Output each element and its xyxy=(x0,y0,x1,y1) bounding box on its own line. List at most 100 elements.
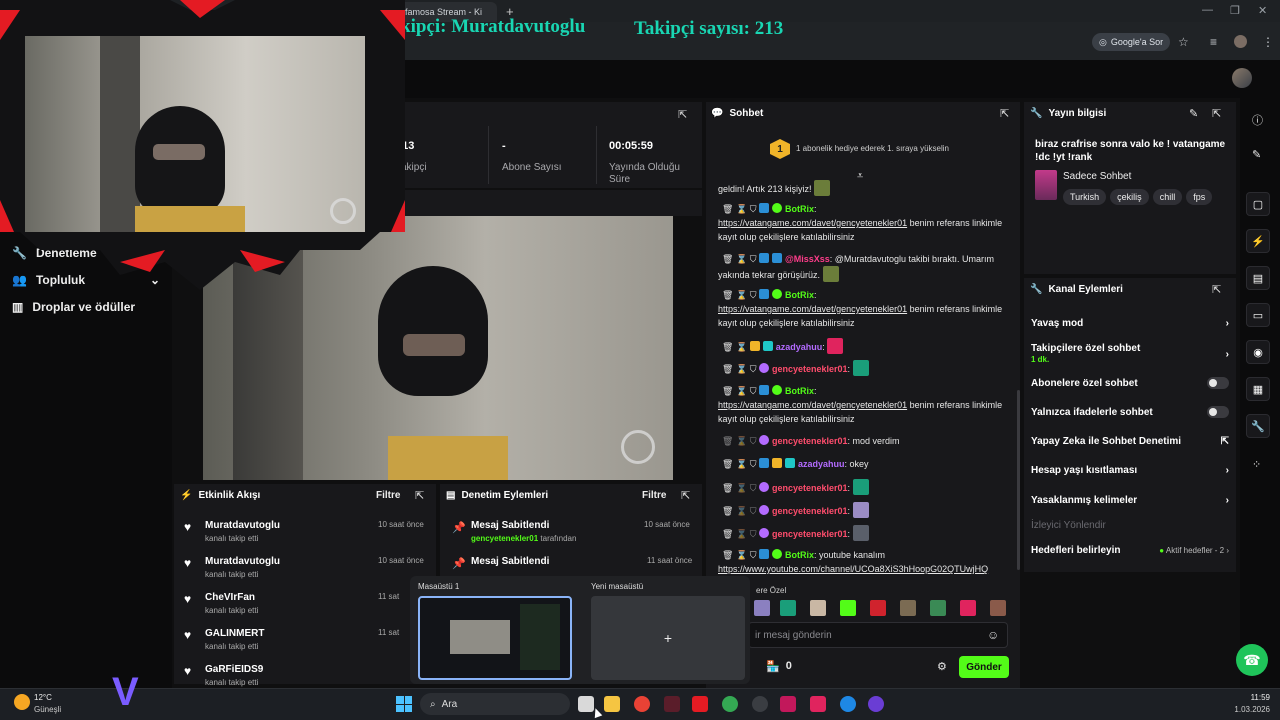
chat-link[interactable]: https://www.youtube.com/channel/UCOa8XiS… xyxy=(718,564,988,574)
ban-icon[interactable]: ⛉ xyxy=(750,550,757,560)
menu-kebab-icon[interactable]: ⋮ xyxy=(1262,35,1274,49)
lightning-icon[interactable]: ⚡ xyxy=(1246,229,1270,253)
trash-icon[interactable]: 🗑 xyxy=(722,290,733,300)
timeout-icon[interactable]: ⌛ xyxy=(736,290,747,300)
trash-icon[interactable]: 🗑 xyxy=(722,364,733,374)
expand-icon[interactable]: ⇱ xyxy=(678,108,687,121)
chat-username[interactable]: azadyahuu xyxy=(798,459,845,469)
tag-chip[interactable]: çekiliş xyxy=(1110,189,1149,205)
action-banned-words[interactable]: Yasaklanmış kelimeler › xyxy=(1031,495,1229,506)
toggle-switch[interactable] xyxy=(1207,406,1229,418)
expand-icon[interactable]: ⇱ xyxy=(415,489,424,502)
action-subscribers-only[interactable]: Abonelere özel sohbet xyxy=(1031,377,1229,389)
support-headset-icon[interactable]: ☎ xyxy=(1236,644,1268,676)
clock-time[interactable]: 11:59 xyxy=(1232,693,1270,702)
google-ask-button[interactable]: ◎ Google'a Sor xyxy=(1092,33,1171,51)
chrome-profile-icon[interactable] xyxy=(722,696,738,712)
nav-item-drops[interactable]: ▥ Droplar ve ödüller xyxy=(12,300,135,314)
ban-icon[interactable]: ⛉ xyxy=(750,436,757,446)
app-icon[interactable] xyxy=(752,696,768,712)
event-name[interactable]: GALINMERT xyxy=(205,628,264,639)
chat-username[interactable]: gencyetenekler01 xyxy=(772,483,848,493)
ban-icon[interactable]: ⛉ xyxy=(750,483,757,493)
event-name[interactable]: CheVIrFan xyxy=(205,592,255,603)
action-followers-only[interactable]: Takipçilere özel sohbet 1 dk. › xyxy=(1031,343,1229,365)
action-host[interactable]: İzleyici Yönlendir xyxy=(1031,520,1229,531)
taskbar-search[interactable]: ⌕ Ara xyxy=(420,693,570,715)
chat-username[interactable]: gencyetenekler01 xyxy=(772,364,848,374)
ban-icon[interactable]: ⛉ xyxy=(750,506,757,516)
tag-chip[interactable]: chill xyxy=(1152,189,1183,205)
channel-points[interactable]: 🏪 0 xyxy=(766,660,792,673)
app-icon[interactable] xyxy=(664,696,680,712)
chrome-icon[interactable] xyxy=(634,696,650,712)
clock-date[interactable]: 1.03.2026 xyxy=(1222,705,1270,714)
expand-icon[interactable]: ⇱ xyxy=(1000,107,1009,120)
bookmark-star-icon[interactable]: ☆ xyxy=(1178,35,1189,49)
app-icon[interactable] xyxy=(780,696,796,712)
trash-icon[interactable]: 🗑 xyxy=(722,254,733,264)
file-explorer-icon[interactable] xyxy=(604,696,620,712)
clipboard-icon[interactable]: ▤ xyxy=(1246,266,1270,290)
event-name[interactable]: Muratdavutoglu xyxy=(205,520,280,531)
chat-username[interactable]: BotRix xyxy=(785,550,814,560)
timeout-icon[interactable]: ⌛ xyxy=(736,506,747,516)
profile-icon[interactable] xyxy=(1234,35,1247,48)
moderation-filter-button[interactable]: Filtre xyxy=(642,490,666,501)
action-slow-mode[interactable]: Yavaş mod › xyxy=(1031,318,1229,329)
emote-icon[interactable] xyxy=(990,600,1006,616)
emote-icon[interactable] xyxy=(840,600,856,616)
expand-icon[interactable]: ⇱ xyxy=(681,489,690,502)
chat-link[interactable]: https://vatangame.com/davet/gencyetenekl… xyxy=(718,304,907,314)
trash-icon[interactable]: 🗑 xyxy=(722,204,733,214)
timeout-icon[interactable]: ⌛ xyxy=(736,436,747,446)
timeout-icon[interactable]: ⌛ xyxy=(736,550,747,560)
trash-icon[interactable]: 🗑 xyxy=(722,483,733,493)
toggle-switch[interactable] xyxy=(1207,377,1229,389)
expand-icon[interactable]: ⇱ xyxy=(1212,283,1221,296)
weather-condition[interactable]: Güneşli xyxy=(34,705,61,714)
trash-icon[interactable]: 🗑 xyxy=(722,386,733,396)
emote-icon[interactable] xyxy=(960,600,976,616)
action-ai-moderation[interactable]: Yapay Zeka ile Sohbet Denetimi ⇱ xyxy=(1031,436,1229,447)
timeout-icon[interactable]: ⌛ xyxy=(736,386,747,396)
chat-username[interactable]: @MissXss xyxy=(785,254,830,264)
chat-input[interactable]: ir mesaj gönderin ☺ xyxy=(748,622,1008,648)
weather-sun-icon[interactable] xyxy=(14,694,30,710)
edge-icon[interactable] xyxy=(840,696,856,712)
app-icon[interactable] xyxy=(868,696,884,712)
emote-icon[interactable] xyxy=(900,600,916,616)
ban-icon[interactable]: ⛉ xyxy=(750,290,757,300)
desktop-1-thumbnail[interactable] xyxy=(418,596,572,680)
trash-icon[interactable]: 🗑 xyxy=(722,529,733,539)
tag-chip[interactable]: Turkish xyxy=(1063,189,1107,205)
chat-link[interactable]: https://vatangame.com/davet/gencyetenekl… xyxy=(718,218,907,228)
chat-username[interactable]: gencyetenekler01 xyxy=(772,436,848,446)
events-filter-button[interactable]: Filtre xyxy=(376,490,400,501)
emoji-icon[interactable]: ☺ xyxy=(987,628,999,642)
ban-icon[interactable]: ⛉ xyxy=(750,204,757,214)
timeout-icon[interactable]: ⌛ xyxy=(736,529,747,539)
chat-username[interactable]: BotRix xyxy=(785,386,814,396)
ban-icon[interactable]: ⛉ xyxy=(750,386,757,396)
app-icon[interactable] xyxy=(810,696,826,712)
timeout-icon[interactable]: ⌛ xyxy=(736,364,747,374)
action-goals[interactable]: Hedefleri belirleyin ● Aktif hedefler - 2… xyxy=(1031,545,1229,556)
event-name[interactable]: GaRFiEIDS9 xyxy=(205,664,263,675)
chat-username[interactable]: azadyahuu xyxy=(776,342,823,352)
emote-icon[interactable] xyxy=(870,600,886,616)
event-name[interactable]: Muratdavutoglu xyxy=(205,556,280,567)
youtube-icon[interactable] xyxy=(692,696,708,712)
chat-username[interactable]: gencyetenekler01 xyxy=(772,529,848,539)
emote-icon[interactable] xyxy=(810,600,826,616)
category-thumbnail[interactable] xyxy=(1035,170,1057,200)
emote-icon[interactable] xyxy=(930,600,946,616)
expand-icon[interactable]: ⇱ xyxy=(1212,107,1221,120)
send-button[interactable]: Gönder xyxy=(959,656,1009,678)
trash-icon[interactable]: 🗑 xyxy=(722,506,733,516)
action-account-age[interactable]: Hesap yaşı kısıtlaması › xyxy=(1031,465,1229,476)
info-icon[interactable]: ⓘ xyxy=(1252,112,1263,128)
minimize-icon[interactable]: — xyxy=(1202,4,1213,16)
restore-icon[interactable]: ❐ xyxy=(1230,4,1240,17)
broadcast-icon[interactable]: ◉ xyxy=(1246,340,1270,364)
